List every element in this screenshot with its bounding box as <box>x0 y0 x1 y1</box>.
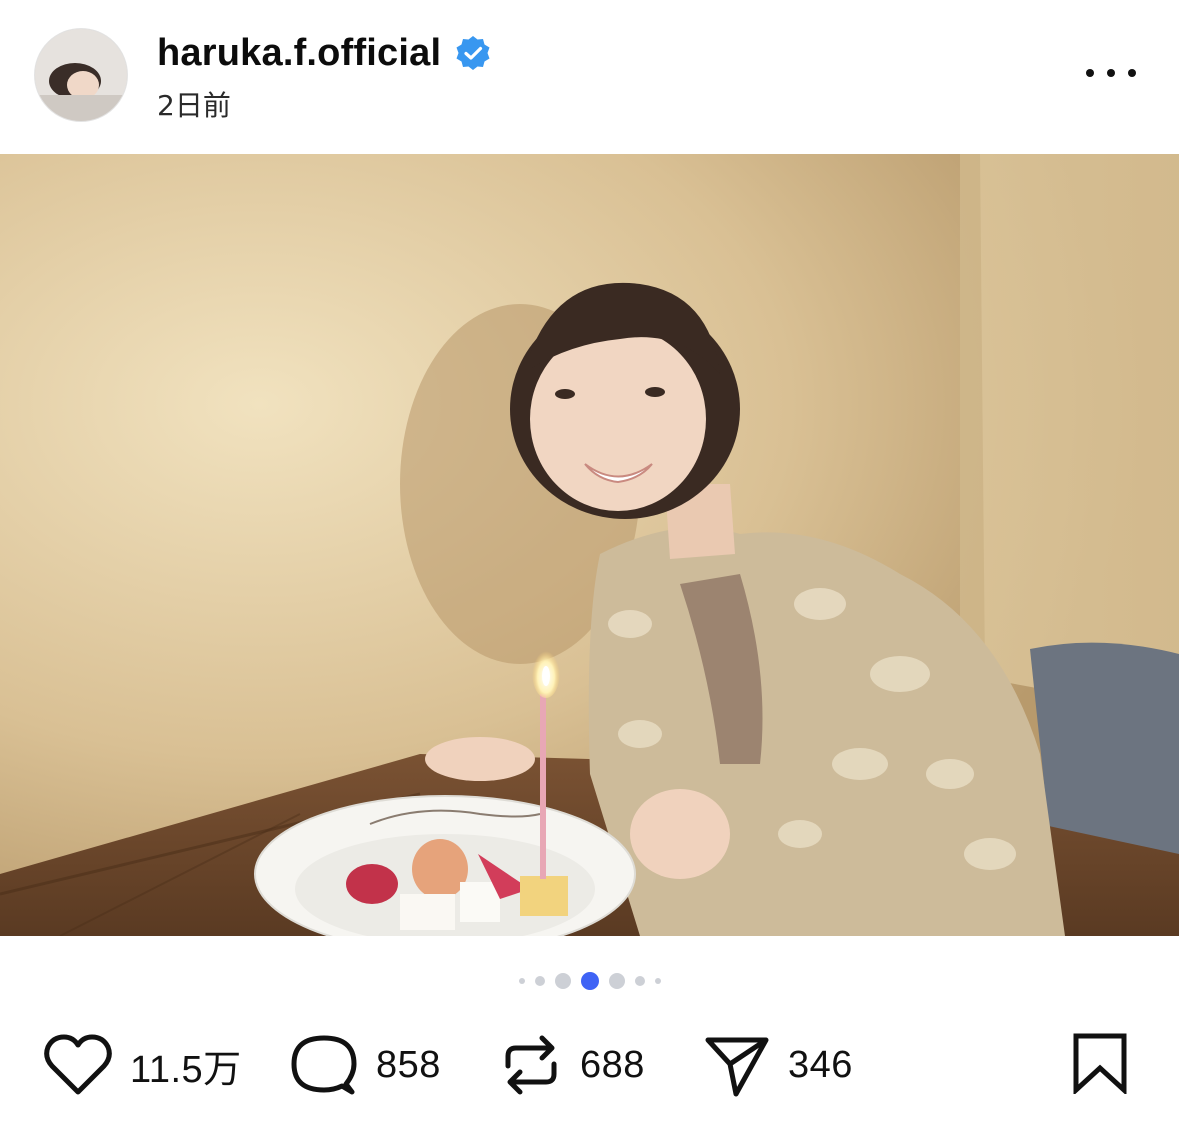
comment-bubble-icon <box>290 1032 358 1098</box>
username-row: haruka.f.official <box>157 28 491 78</box>
photo-illustration <box>0 154 1179 936</box>
carousel-dot <box>654 978 661 984</box>
more-dot <box>1128 69 1136 77</box>
send-icon <box>704 1032 770 1098</box>
carousel-dot-active <box>580 972 599 990</box>
bookmark-icon <box>1072 1033 1128 1098</box>
carousel-dot <box>554 973 571 989</box>
carousel-dot <box>518 978 525 984</box>
carousel-indicator <box>0 966 1179 996</box>
username[interactable]: haruka.f.official <box>157 32 441 75</box>
carousel-dot <box>634 976 645 986</box>
more-dot <box>1086 69 1094 77</box>
post-header: haruka.f.official 2日前 <box>0 0 1179 154</box>
post-timestamp: 2日前 <box>157 89 231 122</box>
repost-icon <box>500 1032 562 1098</box>
post-photo[interactable] <box>0 154 1179 936</box>
like-button[interactable]: 11.5万 <box>44 1032 242 1098</box>
action-bar: 11.5万 858 688 346 <box>0 1020 1179 1110</box>
repost-button[interactable]: 688 <box>500 1032 645 1098</box>
carousel-dot <box>608 973 625 989</box>
share-count: 346 <box>788 1043 853 1086</box>
share-button[interactable]: 346 <box>704 1032 853 1098</box>
more-dot <box>1107 69 1115 77</box>
carousel-dot <box>534 976 545 986</box>
avatar-photo <box>35 29 127 121</box>
like-count: 11.5万 <box>130 1048 242 1091</box>
comment-count: 858 <box>376 1043 441 1086</box>
bookmark-button[interactable] <box>1072 1032 1128 1099</box>
avatar[interactable] <box>34 28 128 122</box>
more-dots-icon[interactable] <box>1082 58 1140 88</box>
repost-count: 688 <box>580 1043 645 1086</box>
verified-badge-icon <box>455 35 491 71</box>
heart-icon <box>44 1034 112 1096</box>
comment-button[interactable]: 858 <box>290 1032 441 1098</box>
